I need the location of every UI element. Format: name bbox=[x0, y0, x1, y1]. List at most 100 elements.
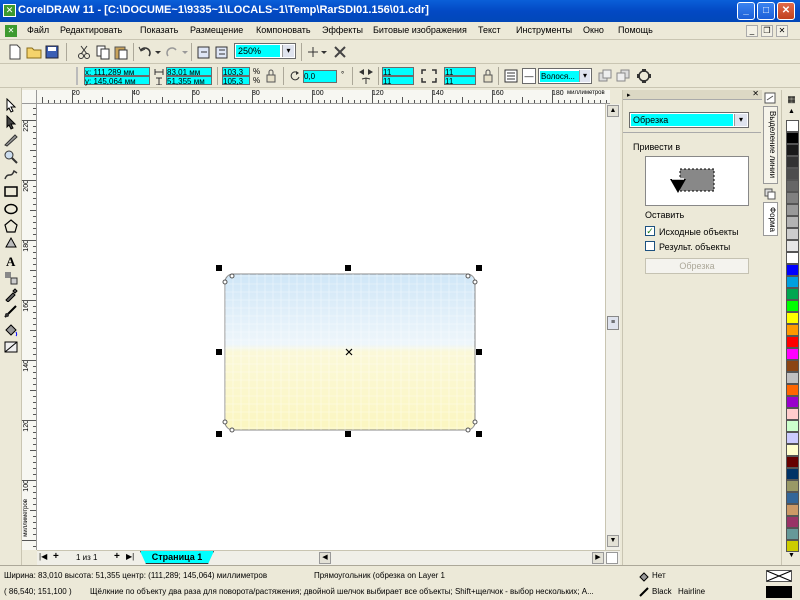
menu-window[interactable]: Окно bbox=[583, 25, 604, 35]
menu-text[interactable]: Текст bbox=[478, 25, 501, 35]
color-swatch[interactable] bbox=[786, 468, 799, 480]
paste-icon[interactable] bbox=[113, 44, 129, 60]
ellipse-tool-icon[interactable] bbox=[3, 201, 19, 216]
color-swatch[interactable] bbox=[786, 192, 799, 204]
chevron-down-icon[interactable]: ▾ bbox=[282, 45, 294, 57]
color-swatch[interactable] bbox=[786, 480, 799, 492]
menu-arrange[interactable]: Компоновать bbox=[256, 25, 311, 35]
y-position-field[interactable]: y: 145,064 мм bbox=[84, 76, 150, 86]
color-swatch[interactable] bbox=[786, 252, 799, 264]
knife-tool-icon[interactable] bbox=[3, 132, 19, 147]
height-field[interactable]: 51,355 мм bbox=[166, 76, 212, 86]
mirror-vertical-icon[interactable] bbox=[358, 77, 374, 85]
export-icon[interactable] bbox=[214, 44, 230, 60]
color-swatch[interactable] bbox=[786, 324, 799, 336]
color-swatch[interactable] bbox=[786, 408, 799, 420]
doc-restore-button[interactable]: ❐ bbox=[761, 25, 773, 37]
source-objects-checkbox[interactable]: ✓ bbox=[645, 226, 655, 236]
color-swatch[interactable] bbox=[786, 384, 799, 396]
color-swatch[interactable] bbox=[786, 504, 799, 516]
color-swatch[interactable] bbox=[786, 432, 799, 444]
scroll-up-button[interactable]: ▲ bbox=[607, 105, 619, 117]
color-swatch[interactable] bbox=[786, 456, 799, 468]
color-swatch[interactable] bbox=[786, 336, 799, 348]
to-back-icon[interactable] bbox=[616, 69, 630, 83]
view-manager-button[interactable] bbox=[606, 552, 618, 564]
menu-tools[interactable]: Инструменты bbox=[516, 25, 572, 35]
pick-tool-icon[interactable] bbox=[3, 98, 19, 113]
polygon-tool-icon[interactable] bbox=[3, 218, 19, 233]
app-icon[interactable]: ✕ bbox=[3, 4, 16, 17]
selection-handle-w[interactable] bbox=[216, 349, 222, 355]
color-swatch[interactable] bbox=[786, 360, 799, 372]
palette-menu-icon[interactable]: ▦ bbox=[785, 94, 798, 106]
color-swatch[interactable] bbox=[786, 240, 799, 252]
selection-handle-se[interactable] bbox=[476, 431, 482, 437]
selected-rectangle[interactable] bbox=[37, 104, 605, 550]
interactive-blend-tool-icon[interactable] bbox=[3, 270, 19, 285]
vertical-scrollbar[interactable]: ▲ ≡ ▼ bbox=[605, 104, 620, 550]
color-swatch[interactable] bbox=[786, 528, 799, 540]
color-swatch[interactable] bbox=[786, 444, 799, 456]
lock-ratio-icon[interactable] bbox=[265, 69, 277, 83]
no-fill-swatch[interactable] bbox=[766, 570, 792, 582]
rotation-field[interactable]: 0,0 bbox=[303, 70, 337, 83]
minimize-button[interactable]: _ bbox=[737, 2, 755, 20]
tab-page-1[interactable]: Страница 1 bbox=[140, 551, 214, 564]
scroll-thumb[interactable]: ≡ bbox=[607, 316, 619, 330]
color-swatch[interactable] bbox=[786, 516, 799, 528]
color-swatch[interactable] bbox=[786, 144, 799, 156]
color-swatch[interactable] bbox=[786, 348, 799, 360]
add-page-after-button[interactable]: + bbox=[114, 551, 120, 562]
color-swatch[interactable] bbox=[786, 216, 799, 228]
width-field[interactable]: 83,01 мм bbox=[166, 67, 212, 77]
color-swatch[interactable] bbox=[786, 492, 799, 504]
color-swatch[interactable] bbox=[786, 420, 799, 432]
scale-x-field[interactable]: 103,3 bbox=[222, 67, 250, 77]
maximize-button[interactable]: □ bbox=[757, 2, 775, 20]
color-swatch[interactable] bbox=[786, 396, 799, 408]
open-folder-icon[interactable] bbox=[26, 44, 42, 60]
shape-tool-icon[interactable] bbox=[3, 115, 19, 130]
ruler-origin[interactable] bbox=[22, 90, 37, 104]
apply-trim-button[interactable]: Обрезка bbox=[645, 258, 749, 274]
doc-minimize-button[interactable]: _ bbox=[746, 25, 758, 37]
chevron-down-icon[interactable]: ▾ bbox=[734, 114, 747, 126]
wrap-text-icon[interactable] bbox=[504, 69, 518, 83]
vertical-ruler[interactable]: 220 200 180 160 140 120 100 миллиметров bbox=[22, 104, 37, 550]
rectangle-tool-icon[interactable] bbox=[3, 184, 19, 199]
import-icon[interactable] bbox=[196, 44, 212, 60]
menu-file[interactable]: Файл bbox=[27, 25, 49, 35]
color-swatch[interactable] bbox=[786, 276, 799, 288]
close-button[interactable]: ✕ bbox=[777, 2, 795, 20]
scroll-left-button[interactable]: ◀ bbox=[319, 552, 331, 564]
menu-layout[interactable]: Размещение bbox=[190, 25, 243, 35]
corner-roundness-4[interactable]: 11 bbox=[444, 76, 476, 86]
tab-shaping[interactable]: Форма bbox=[763, 202, 778, 236]
drawing-canvas[interactable] bbox=[37, 104, 605, 550]
selection-handle-nw[interactable] bbox=[216, 265, 222, 271]
horizontal-ruler[interactable]: 20 40 60 80 100 120 140 160 180 миллимет… bbox=[37, 90, 610, 104]
menu-help[interactable]: Помощь bbox=[618, 25, 653, 35]
docker-collapse-icon[interactable]: ▸ bbox=[627, 91, 631, 99]
save-icon[interactable] bbox=[44, 44, 60, 60]
first-page-button[interactable]: |◀ bbox=[39, 552, 47, 561]
color-swatch[interactable] bbox=[786, 120, 799, 132]
add-page-before-button[interactable]: + bbox=[53, 551, 59, 562]
result-objects-checkbox[interactable] bbox=[645, 241, 655, 251]
color-swatch[interactable] bbox=[786, 168, 799, 180]
color-swatch[interactable] bbox=[786, 540, 799, 552]
color-swatch[interactable] bbox=[786, 132, 799, 144]
corner-roundness-1[interactable]: 11 bbox=[382, 67, 414, 77]
basic-shapes-tool-icon[interactable] bbox=[3, 235, 19, 250]
scroll-right-button[interactable]: ▶ bbox=[592, 552, 604, 564]
eyedropper-tool-icon[interactable] bbox=[3, 287, 19, 302]
interactive-fill-tool-icon[interactable] bbox=[3, 339, 19, 354]
operation-dropdown[interactable]: Обрезка ▾ bbox=[629, 112, 749, 128]
doc-icon[interactable]: ✕ bbox=[5, 25, 17, 37]
menu-effects[interactable]: Эффекты bbox=[322, 25, 363, 35]
selection-handle-sw[interactable] bbox=[216, 431, 222, 437]
doc-close-button[interactable]: ✕ bbox=[776, 25, 788, 37]
to-front-icon[interactable] bbox=[598, 69, 612, 83]
convert-to-curves-icon[interactable] bbox=[636, 68, 652, 84]
